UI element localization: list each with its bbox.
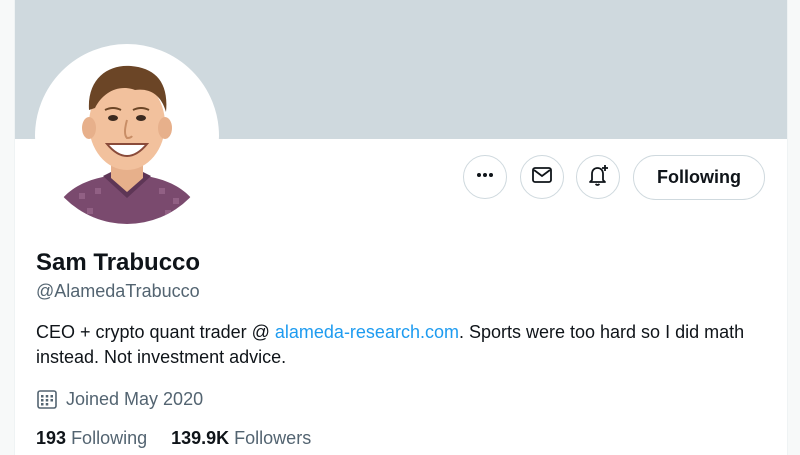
bio-text-start: CEO + crypto quant trader @ <box>36 322 275 342</box>
followers-label: Followers <box>234 428 312 448</box>
calendar-icon <box>36 388 58 410</box>
more-horizontal-icon <box>475 165 495 190</box>
message-button[interactable] <box>520 155 564 199</box>
profile-bio: CEO + crypto quant trader @ alameda-rese… <box>36 320 776 370</box>
bio-website-link[interactable]: alameda-research.com <box>275 322 459 342</box>
following-stat-link[interactable]: 193 Following <box>36 428 147 449</box>
following-button[interactable]: Following <box>633 155 765 200</box>
following-count: 193 <box>36 428 67 448</box>
followers-stat-link[interactable]: 139.9K Followers <box>171 428 311 449</box>
notifications-button[interactable] <box>576 155 620 199</box>
following-label: Following <box>71 428 148 448</box>
user-handle: @AlamedaTrabucco <box>36 281 200 301</box>
follow-stats: 193 Following 139.9K Followers <box>36 428 335 449</box>
envelope-icon <box>531 164 553 191</box>
bell-plus-icon <box>586 163 610 192</box>
avatar[interactable] <box>35 44 219 228</box>
joined-text: Joined May 2020 <box>66 388 204 409</box>
display-name: Sam Trabucco <box>36 249 201 276</box>
followers-count: 139.9K <box>171 428 230 448</box>
profile-page: Following Sam Trabucco @AlamedaTrabucco … <box>14 0 788 455</box>
joined-date: Joined May 2020 <box>36 388 203 410</box>
more-button[interactable] <box>463 155 507 199</box>
